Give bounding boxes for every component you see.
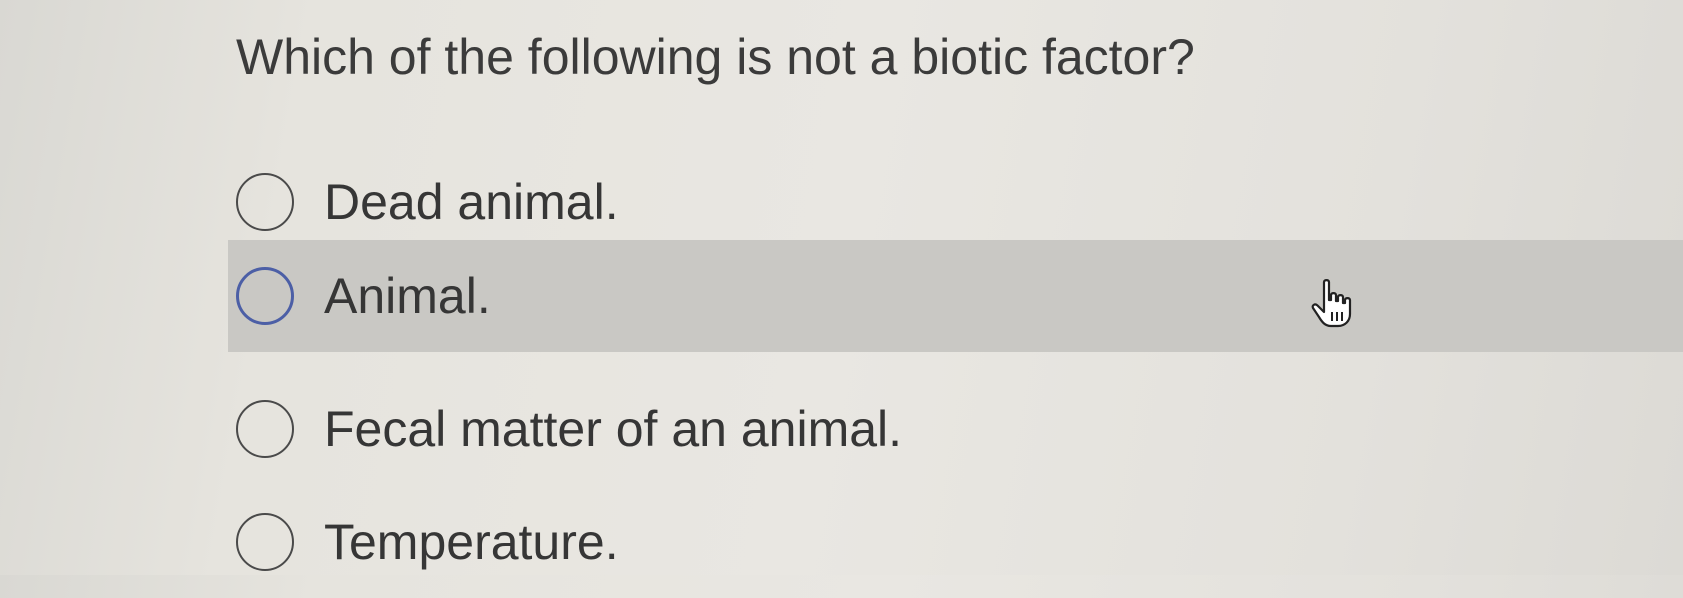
answer-label: Fecal matter of an animal. (324, 401, 903, 457)
answer-label: Dead animal. (324, 174, 619, 230)
radio-button[interactable] (236, 267, 294, 325)
question-text: Which of the following is not a biotic f… (236, 29, 1195, 85)
answer-option-temperature[interactable]: Temperature. (228, 486, 1683, 598)
answer-label: Animal. (324, 268, 491, 324)
hand-pointer-icon (1311, 279, 1352, 328)
radio-button[interactable] (236, 513, 294, 571)
answer-label: Temperature. (324, 514, 619, 570)
radio-button[interactable] (236, 400, 294, 458)
radio-button[interactable] (236, 173, 294, 231)
answer-option-fecal-matter[interactable]: Fecal matter of an animal. (228, 373, 1683, 485)
answer-option-animal[interactable]: Animal. (228, 240, 1683, 352)
